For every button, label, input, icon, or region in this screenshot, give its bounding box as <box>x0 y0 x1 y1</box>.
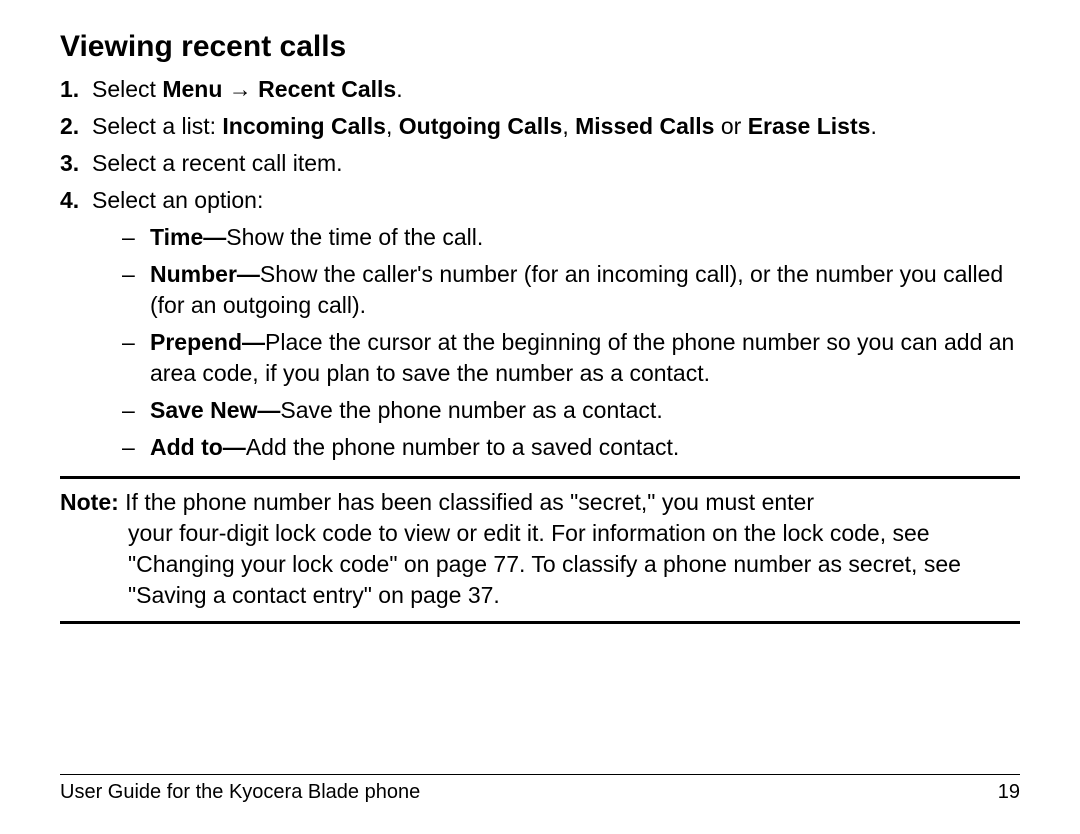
step-number: 3. <box>60 148 79 179</box>
text: . <box>870 113 876 139</box>
note-label: Note: <box>60 489 119 515</box>
step-3: 3. Select a recent call item. <box>92 148 1020 179</box>
option-name: Save New— <box>150 397 280 423</box>
step-1: 1. Select Menu → Recent Calls. <box>92 74 1020 105</box>
divider <box>60 476 1020 479</box>
text: . <box>396 76 402 102</box>
footer-left: User Guide for the Kyocera Blade phone <box>60 781 420 804</box>
step-number: 2. <box>60 111 79 142</box>
note-block: Note: If the phone number has been class… <box>60 487 1020 611</box>
option-desc: Show the caller's number (for an incomin… <box>150 261 1003 318</box>
text: Select an option: <box>92 187 263 213</box>
step-2: 2. Select a list: Incoming Calls, Outgoi… <box>92 111 1020 142</box>
option-desc: Save the phone number as a contact. <box>280 397 662 423</box>
text: Select a list: <box>92 113 222 139</box>
page-footer: User Guide for the Kyocera Blade phone 1… <box>60 774 1020 804</box>
option-bold: Outgoing Calls <box>399 113 563 139</box>
option-desc: Add the phone number to a saved contact. <box>246 434 679 460</box>
list-item: Save New—Save the phone number as a cont… <box>150 395 1020 426</box>
list-item: Number—Show the caller's number (for an … <box>150 259 1020 321</box>
text: or <box>714 113 747 139</box>
footer-divider <box>60 774 1020 775</box>
note-text: If the phone number has been classified … <box>119 489 814 515</box>
list-item: Add to—Add the phone number to a saved c… <box>150 432 1020 463</box>
text: Select a recent call item. <box>92 150 343 176</box>
text: Select <box>92 76 162 102</box>
option-bold: Incoming Calls <box>222 113 386 139</box>
step-4: 4. Select an option: Time—Show the time … <box>92 185 1020 463</box>
step-list: 1. Select Menu → Recent Calls. 2. Select… <box>60 74 1020 464</box>
option-name: Time— <box>150 224 226 250</box>
option-name: Number— <box>150 261 260 287</box>
option-bold: Erase Lists <box>748 113 871 139</box>
option-name: Prepend— <box>150 329 265 355</box>
option-desc: Show the time of the call. <box>226 224 483 250</box>
menu-path-bold: Menu <box>162 76 222 102</box>
step-number: 1. <box>60 74 79 105</box>
note-body: your four-digit lock code to view or edi… <box>60 518 1020 611</box>
text: , <box>386 113 399 139</box>
menu-path-bold: Recent Calls <box>258 76 396 102</box>
page-heading: Viewing recent calls <box>60 30 1020 64</box>
option-name: Add to— <box>150 434 246 460</box>
page-number: 19 <box>998 781 1020 804</box>
list-item: Time—Show the time of the call. <box>150 222 1020 253</box>
option-bold: Missed Calls <box>575 113 714 139</box>
divider <box>60 621 1020 624</box>
option-desc: Place the cursor at the beginning of the… <box>150 329 1014 386</box>
arrow-icon: → <box>222 76 258 102</box>
option-list: Time—Show the time of the call. Number—S… <box>92 222 1020 463</box>
step-number: 4. <box>60 185 79 216</box>
text: , <box>562 113 575 139</box>
list-item: Prepend—Place the cursor at the beginnin… <box>150 327 1020 389</box>
